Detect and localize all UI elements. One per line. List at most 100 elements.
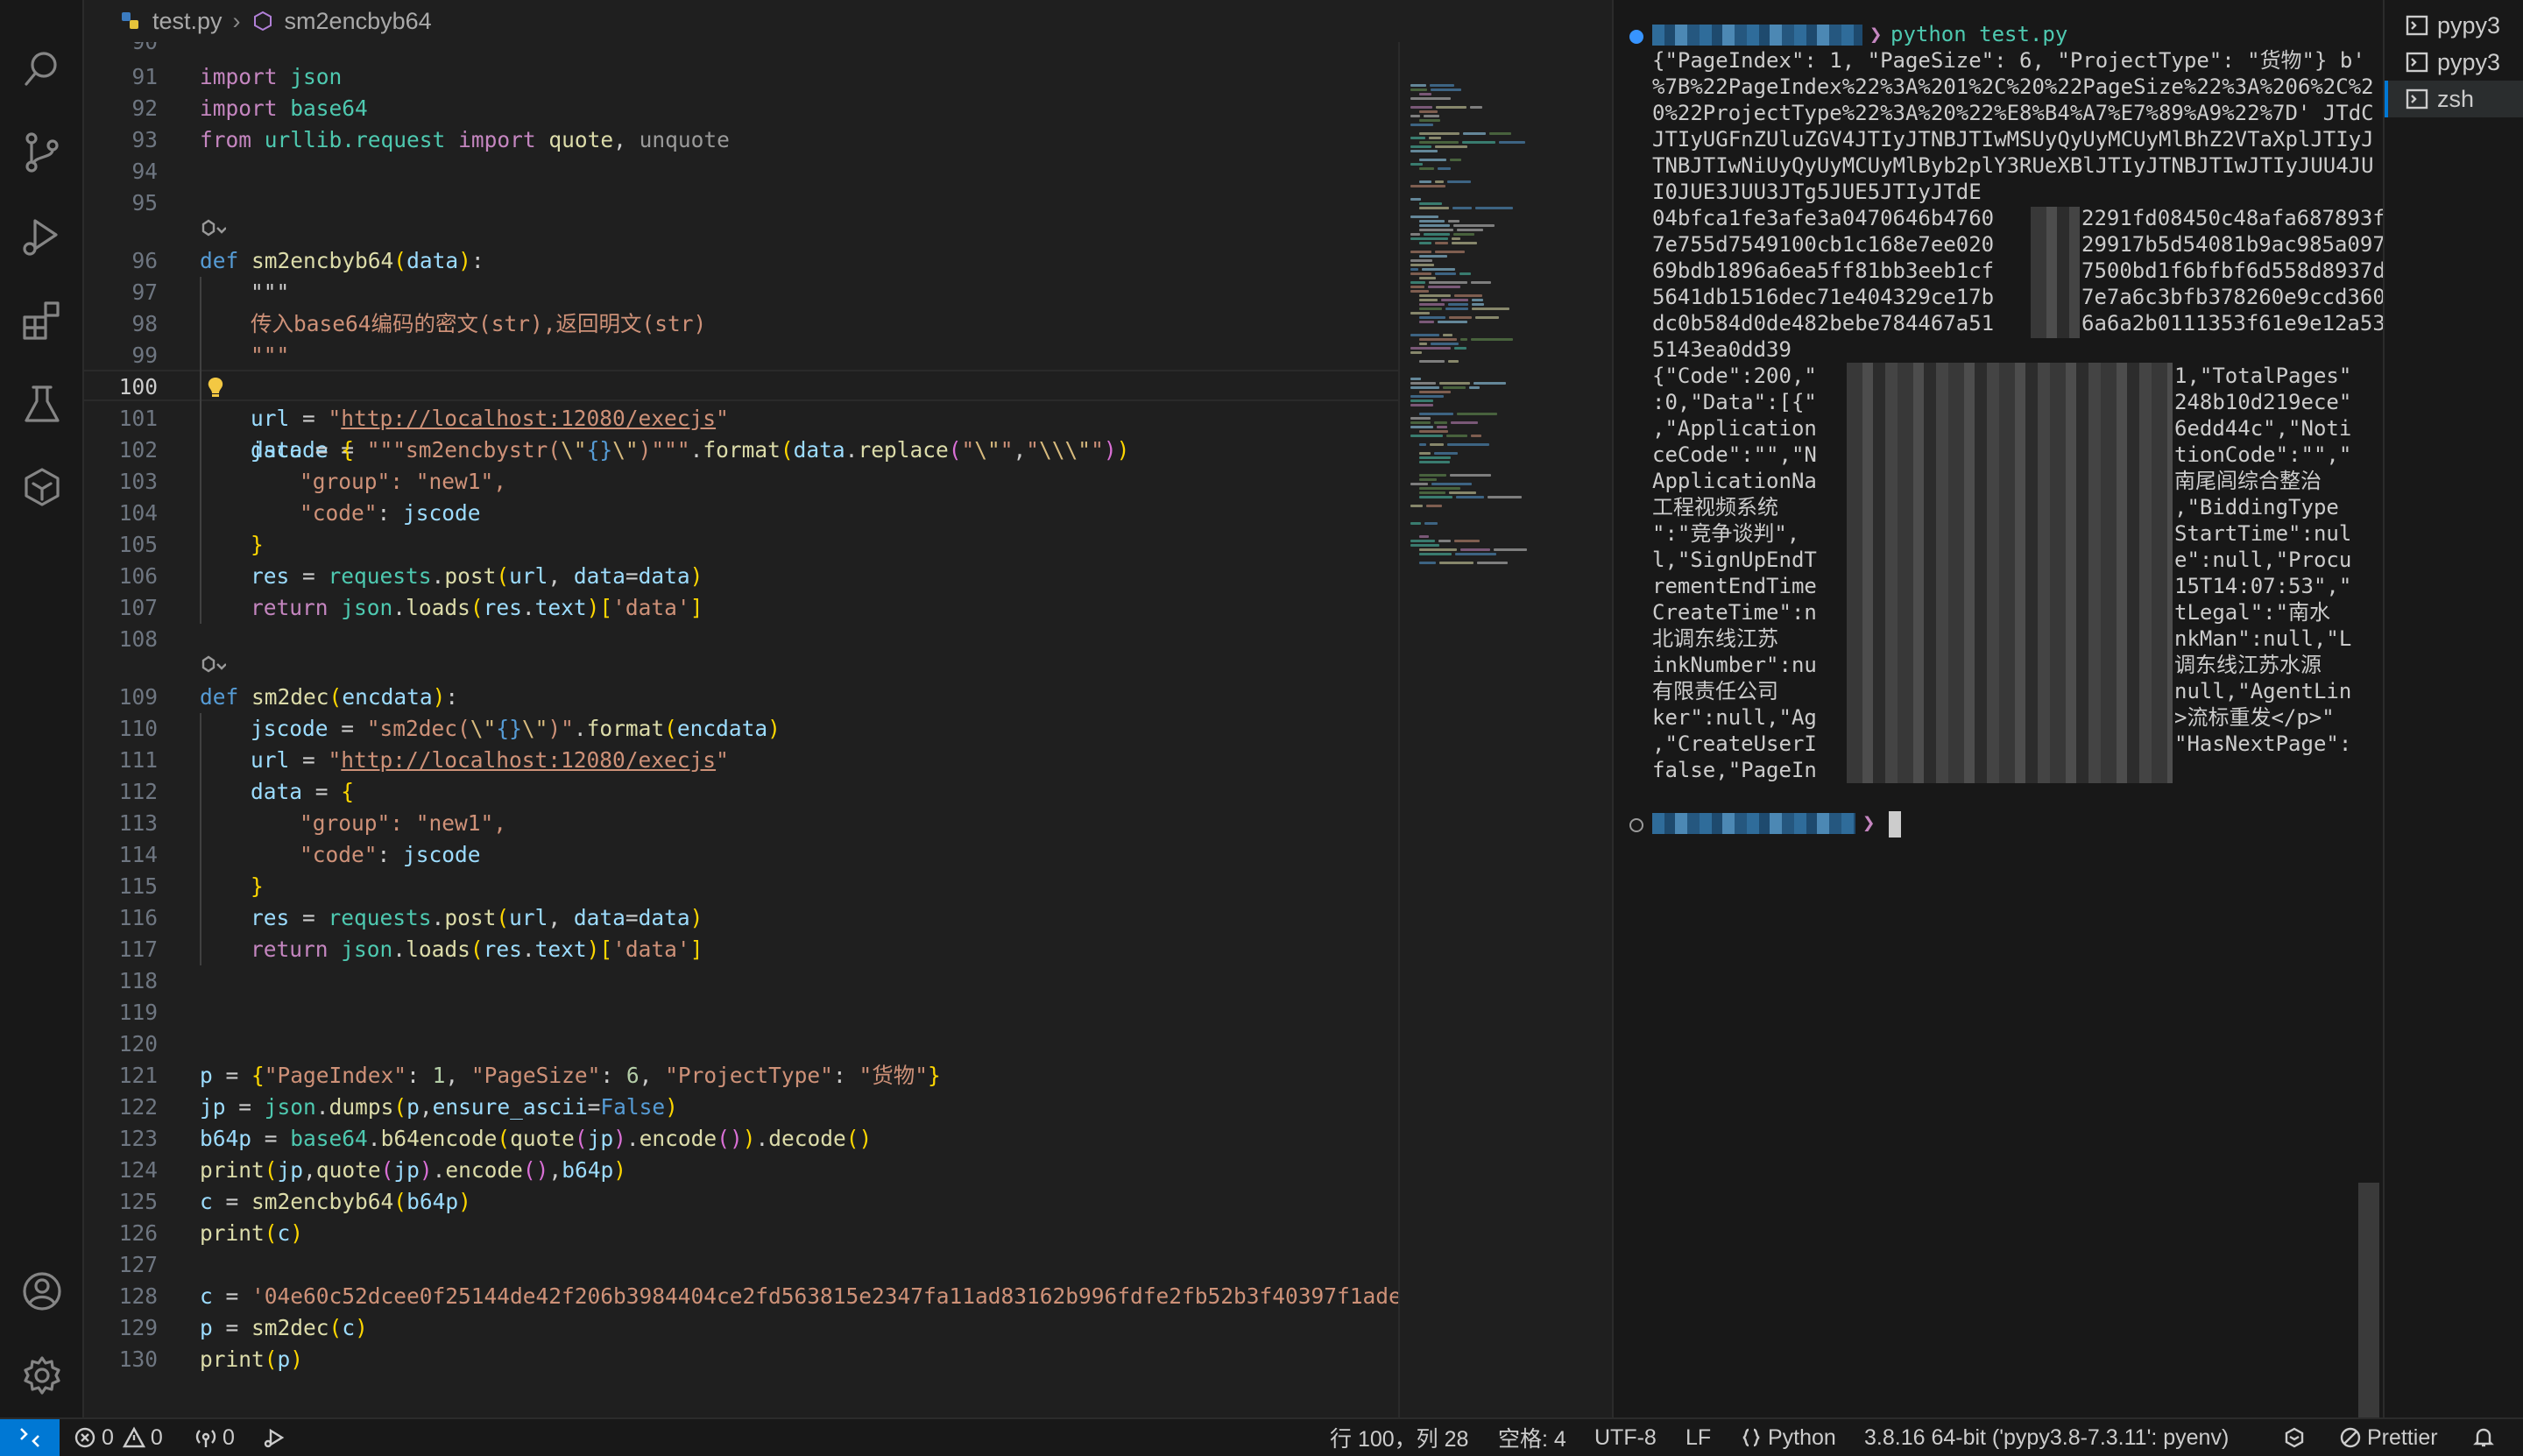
minimap-line <box>1410 150 1438 152</box>
account-icon[interactable] <box>19 1269 65 1314</box>
extensions-icon[interactable] <box>19 298 65 343</box>
terminal-hex-line: 7e755d7549100cb1c168e7ee020 <box>1652 232 1995 257</box>
minimap-line <box>1448 316 1473 319</box>
prompt-arrow-icon: ❯ <box>1869 22 1883 46</box>
code-line-116: res = requests.post(url, data=data) <box>251 905 703 930</box>
minimap-line <box>1424 233 1451 236</box>
settings-gear-icon[interactable] <box>19 1353 65 1398</box>
redacted-block <box>2031 207 2080 338</box>
minimap-line <box>1419 180 1431 183</box>
minimap-line <box>1410 237 1449 240</box>
terminal-json-line: 南尾闾综合整治 <box>2174 469 2322 493</box>
terminal-json-line: inkNumber":nu <box>1652 653 1817 677</box>
minimap-line <box>1457 229 1484 231</box>
problems-button[interactable]: 0 0 <box>74 1419 163 1456</box>
terminal-icon <box>2406 52 2428 73</box>
encoding[interactable]: UTF-8 <box>1594 1419 1657 1456</box>
terminal-output-line: TNBJTIwNiUyQyUyMCUyMlByb2plY3RUeXBlJTIyJ… <box>1652 153 2374 178</box>
minimap-line <box>1442 334 1453 336</box>
terminal-json-line: 工程视频系统 <box>1652 495 1778 519</box>
source-control-icon[interactable] <box>19 130 65 175</box>
breadcrumb-symbol[interactable]: sm2encbyb64 <box>285 8 432 35</box>
minimap-line <box>1419 303 1445 306</box>
remote-explorer-icon[interactable] <box>19 464 65 510</box>
minimap-line <box>1419 229 1454 231</box>
terminal-hex-line: 7500bd1f6bfbf6d558d8937d7 <box>2081 258 2399 283</box>
terminal-output-line: JTIyUGFnZUluZGV4JTIyJTNBJTIwMSUyQyUyMCUy… <box>1652 127 2374 152</box>
minimap-line <box>1410 522 1422 525</box>
language-mode[interactable]: Python <box>1740 1419 1836 1456</box>
prompt-idle-dot <box>1629 818 1643 832</box>
editor-pane: test.py › sm2encbyb64 90 91import json 9… <box>84 0 1612 1417</box>
python-interpreter[interactable]: 3.8.16 64-bit ('pypy3.8-7.3.11': pyenv) <box>1864 1419 2229 1456</box>
minimap-line <box>1435 242 1448 244</box>
notifications-button[interactable] <box>2472 1419 2500 1456</box>
remote-indicator-button[interactable] <box>0 1419 60 1456</box>
minimap-line <box>1425 505 1442 507</box>
minimap-line <box>1445 307 1468 310</box>
terminal-json-line: 北调东线江苏 <box>1652 626 1778 651</box>
terminal-panel[interactable]: ❯ python test.py {"PageIndex": 1, "PageS… <box>1612 0 2398 1417</box>
minimap-line <box>1429 281 1467 284</box>
minimap-line <box>1410 290 1429 293</box>
minimap-line <box>1419 487 1461 490</box>
minimap-line <box>1448 303 1469 306</box>
terminal-json-line: l,"SignUpEndT <box>1652 548 1817 572</box>
minimap-line <box>1419 443 1427 446</box>
run-debug-icon[interactable] <box>19 214 65 259</box>
terminal-icon <box>2406 88 2428 110</box>
prettier-button[interactable]: Prettier <box>2339 1419 2438 1456</box>
end-of-line[interactable]: LF <box>1686 1419 1711 1456</box>
minimap-line <box>1410 163 1424 166</box>
minimap-line <box>1410 268 1419 271</box>
terminal-output-line: {"PageIndex": 1, "PageSize": 6, "Project… <box>1652 48 2365 73</box>
run-debug-status-button[interactable] <box>263 1419 291 1456</box>
terminal-json-line: 6edd44c","Noti <box>2174 416 2352 441</box>
code-line-128: c = '04e60c52dcee0f25144de42f206b3984404… <box>200 1283 1398 1309</box>
breadcrumb-separator-icon: › <box>232 7 241 34</box>
redacted-block <box>1847 363 2173 783</box>
breadcrumb-file[interactable]: test.py <box>152 8 223 35</box>
copilot-button[interactable] <box>2283 1419 2311 1456</box>
search-icon[interactable] <box>19 46 65 91</box>
minimap-line <box>1410 483 1429 485</box>
terminal-tab-pypy3-1[interactable]: pypy3 <box>2385 7 2523 44</box>
ports-button[interactable]: 0 <box>194 1419 235 1456</box>
terminal-json-line: "HasNextPage": <box>2174 732 2352 756</box>
code-line-92: import base64 <box>200 95 368 121</box>
terminal-json-line: ,"BiddingType <box>2174 495 2339 519</box>
minimap-line <box>1430 443 1444 446</box>
minimap-line <box>1419 343 1427 345</box>
minimap-line <box>1431 483 1473 485</box>
code-line-129: p = sm2dec(c) <box>200 1315 368 1340</box>
code-line-91: import json <box>200 64 343 89</box>
code-line-103: "group": "new1", <box>300 469 507 494</box>
minimap-line <box>1419 119 1441 122</box>
minimap-line <box>1410 505 1423 507</box>
code-line-125: c = sm2encbyb64(b64p) <box>200 1189 471 1214</box>
terminal-scrollbar[interactable] <box>2358 1183 2379 1417</box>
minimap-line <box>1419 430 1448 433</box>
code-line-107: return json.loads(res.text)['data'] <box>251 595 703 620</box>
lightbulb-icon[interactable] <box>203 375 228 399</box>
terminal-tab-zsh[interactable]: zsh <box>2385 81 2523 117</box>
code-line-105: } <box>251 532 264 557</box>
minimap-line <box>1428 286 1461 288</box>
indentation[interactable]: 空格: 4 <box>1498 1419 1566 1456</box>
minimap-line <box>1410 97 1451 100</box>
minimap-line <box>1419 255 1447 258</box>
minimap[interactable] <box>1398 42 1612 1417</box>
minimap-line <box>1410 347 1451 350</box>
code-editor[interactable]: 90 91import json 92import base64 93from … <box>84 42 1398 1417</box>
minimap-line <box>1470 281 1491 284</box>
code-line-97: """ <box>251 279 290 305</box>
testing-flask-icon[interactable] <box>19 382 65 428</box>
minimap-line <box>1419 220 1445 223</box>
terminal-tab-pypy3-2[interactable]: pypy3 <box>2385 44 2523 81</box>
minimap-line <box>1410 281 1426 284</box>
minimap-line <box>1445 435 1467 437</box>
minimap-line <box>1438 540 1451 542</box>
cursor-position[interactable]: 行 100，列 28 <box>1330 1419 1468 1456</box>
minimap-line <box>1410 251 1431 253</box>
minimap-line <box>1410 233 1421 236</box>
